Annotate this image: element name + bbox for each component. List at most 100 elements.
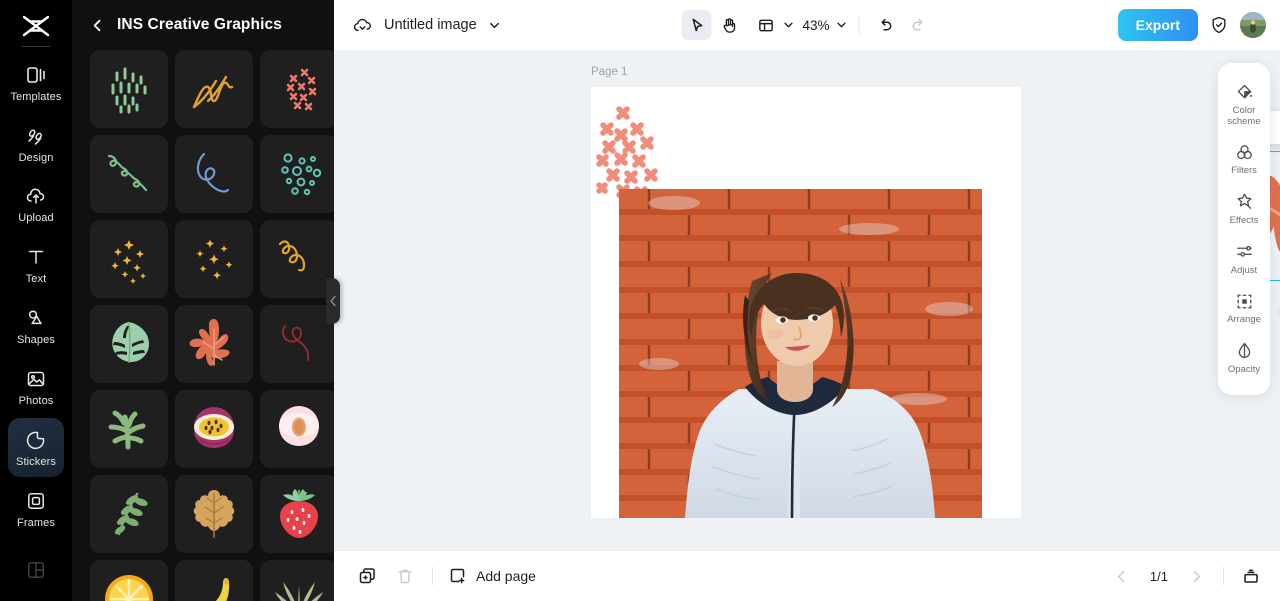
filters-icon	[1235, 142, 1254, 162]
add-square-icon	[449, 567, 467, 585]
sidebar-label: Upload	[18, 213, 53, 224]
export-button[interactable]: Export	[1118, 9, 1198, 41]
layout-grid-icon	[24, 558, 48, 582]
sidebar-item-stickers[interactable]: Stickers	[8, 418, 64, 477]
sidebar-label: Frames	[17, 518, 55, 529]
panel-item-adjust[interactable]: Adjust	[1218, 235, 1270, 285]
adjust-sliders-icon	[1235, 242, 1254, 262]
canvas-object-photo[interactable]	[619, 189, 982, 518]
panel-item-opacity[interactable]: Opacity	[1218, 334, 1270, 384]
zoom-chevron-down-icon[interactable]	[836, 19, 848, 31]
panel-item-arrange[interactable]: Arrange	[1218, 284, 1270, 334]
panel-item-effects[interactable]: Effects	[1218, 185, 1270, 235]
shield-check-icon[interactable]	[1209, 15, 1229, 35]
sidebar-item-more[interactable]	[8, 540, 64, 599]
sidebar-item-photos[interactable]: Photos	[8, 358, 64, 417]
stickers-panel: INS Creative Graphics	[72, 0, 334, 601]
avatar[interactable]	[1240, 12, 1266, 38]
duplicate-button[interactable]	[1276, 115, 1280, 141]
panel-item-filters[interactable]: Filters	[1218, 135, 1270, 185]
sidebar-label: Stickers	[16, 457, 56, 468]
sticker-monstera-leaf[interactable]	[90, 305, 168, 383]
toolbar-center-group: 43%	[681, 10, 932, 40]
page-indicator: 1/1	[1141, 569, 1177, 584]
main-area: Untitled image	[334, 0, 1280, 601]
sticker-peach-half[interactable]	[260, 390, 334, 468]
sticker-green-dashes-scatter[interactable]	[90, 50, 168, 128]
sidebar-label: Photos	[19, 396, 54, 407]
sticker-yellow-sparkle-scatter[interactable]	[90, 220, 168, 298]
sticker-orange-slice[interactable]	[90, 560, 168, 601]
sticker-orange-zigzag-line[interactable]	[175, 50, 253, 128]
panel-title: INS Creative Graphics	[117, 16, 282, 34]
photos-icon	[24, 367, 48, 391]
sidebar-label: Design	[19, 153, 54, 164]
delete-page-button[interactable]	[390, 561, 420, 591]
panel-header: INS Creative Graphics	[72, 0, 334, 50]
frames-icon	[24, 489, 48, 513]
hand-pan-tool-button[interactable]	[713, 10, 743, 40]
toolbar-divider	[859, 16, 860, 34]
sticker-blue-squiggle-line[interactable]	[175, 135, 253, 213]
sticker-fig-leaf-green[interactable]	[90, 390, 168, 468]
arrange-icon	[1235, 291, 1254, 311]
sticker-strawberry[interactable]	[260, 475, 334, 553]
panel-collapse-handle[interactable]	[326, 278, 340, 324]
panel-item-label: Arrange	[1227, 315, 1261, 326]
sidebar-item-frames[interactable]: Frames	[8, 479, 64, 538]
sticker-maple-leaf-orange[interactable]	[175, 305, 253, 383]
top-toolbar: Untitled image	[334, 0, 1280, 50]
sticker-oak-leaf-tan[interactable]	[175, 475, 253, 553]
capcut-logo-icon[interactable]	[0, 10, 72, 42]
page-nav-group: 1/1	[1107, 561, 1266, 591]
object-properties-panel: Color scheme Filters	[1218, 63, 1270, 395]
panel-item-color-scheme[interactable]: Color scheme	[1218, 75, 1270, 135]
sidebar-label: Templates	[10, 92, 61, 103]
sticker-teal-circles-scatter[interactable]	[260, 135, 334, 213]
add-page-label: Add page	[476, 568, 536, 584]
page-grid-view-button[interactable]	[1236, 561, 1266, 591]
sticker-palm-frond-sage[interactable]	[260, 560, 334, 601]
design-canvas[interactable]	[591, 87, 1021, 518]
next-page-button[interactable]	[1181, 561, 1211, 591]
chevron-down-icon[interactable]	[488, 19, 501, 32]
sticker-banana[interactable]	[175, 560, 253, 601]
layout-button[interactable]	[750, 10, 780, 40]
sticker-red-loop-line[interactable]	[260, 305, 334, 383]
sticker-passion-fruit-half[interactable]	[175, 390, 253, 468]
bottom-divider	[432, 567, 433, 585]
sticker-orange-wave-line[interactable]	[260, 220, 334, 298]
toolbar-left-group: Untitled image	[352, 15, 501, 36]
sticker-olive-branch[interactable]	[90, 475, 168, 553]
sidebar-item-design[interactable]: Design	[8, 114, 64, 173]
sidebar-item-text[interactable]: Text	[8, 236, 64, 295]
duplicate-page-button[interactable]	[352, 561, 382, 591]
templates-icon	[24, 63, 48, 87]
sticker-green-spiral-line[interactable]	[90, 135, 168, 213]
undo-button[interactable]	[871, 10, 901, 40]
bottom-divider-right	[1223, 567, 1224, 585]
redo-button[interactable]	[903, 10, 933, 40]
layout-chevron-down-icon[interactable]	[782, 19, 794, 31]
panel-item-label: Filters	[1231, 166, 1257, 177]
select-tool-button[interactable]	[681, 10, 711, 40]
sidebar-label: Text	[26, 274, 47, 285]
rail-divider	[22, 46, 50, 47]
add-page-button[interactable]: Add page	[445, 567, 540, 585]
zoom-level-value[interactable]: 43%	[796, 18, 831, 33]
sidebar-item-shapes[interactable]: Shapes	[8, 297, 64, 356]
panel-back-button[interactable]	[90, 18, 105, 33]
panel-item-label: Effects	[1230, 216, 1259, 227]
canvas-workspace[interactable]: Page 1	[334, 50, 1280, 550]
sticker-salmon-x-scatter[interactable]	[260, 50, 334, 128]
opacity-drop-icon	[1235, 341, 1254, 361]
sidebar-item-upload[interactable]: Upload	[8, 175, 64, 234]
cloud-save-icon[interactable]	[352, 15, 373, 36]
document-title[interactable]: Untitled image	[384, 17, 477, 33]
bottom-bar: Add page 1/1	[334, 550, 1280, 601]
sidebar-item-templates[interactable]: Templates	[8, 53, 64, 112]
sticker-grid	[72, 50, 334, 601]
prev-page-button[interactable]	[1107, 561, 1137, 591]
color-scheme-icon	[1235, 82, 1254, 102]
sticker-yellow-star-scatter[interactable]	[175, 220, 253, 298]
